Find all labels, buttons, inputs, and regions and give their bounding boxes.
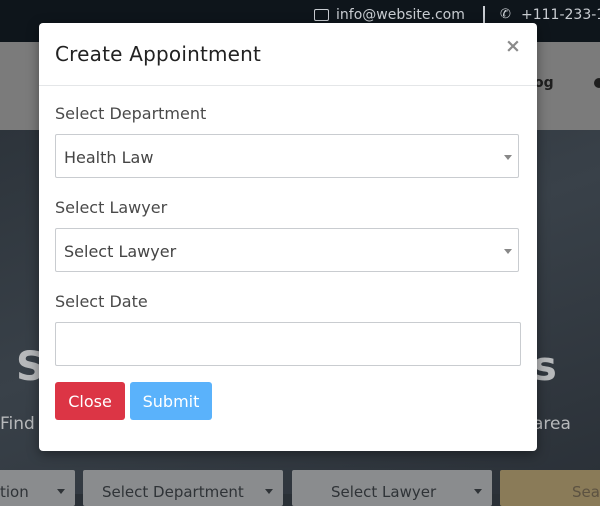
department-select-label: Select Department [102, 483, 244, 501]
lawyer-select-label: Select Lawyer [331, 483, 437, 501]
close-button[interactable]: Close [55, 382, 125, 420]
modal-header: Create Appointment × [39, 23, 537, 86]
hero-subtitle-left: Find [0, 414, 35, 434]
envelope-icon [314, 9, 329, 21]
search-button[interactable]: Sea [500, 470, 600, 506]
dropdown-arrow-icon [57, 489, 65, 494]
lawyer-dropdown-value: Select Lawyer [64, 242, 177, 261]
location-select-label: tion [0, 483, 29, 501]
lawyer-select[interactable]: Select Lawyer [292, 470, 492, 506]
dropdown-arrow-icon [504, 249, 512, 254]
date-input[interactable] [55, 322, 521, 366]
department-dropdown[interactable]: Health Law [55, 134, 519, 178]
search-button-label: Sea [572, 483, 600, 501]
dropdown-arrow-icon [504, 155, 512, 160]
nav-search-icon[interactable] [594, 78, 600, 88]
dropdown-arrow-icon [474, 489, 482, 494]
department-dropdown-value: Health Law [64, 148, 154, 167]
contact-phone[interactable]: +111-233-12 [521, 7, 600, 23]
hero-subtitle-right: area [533, 414, 571, 434]
department-label: Select Department [55, 104, 207, 123]
location-select[interactable]: tion [0, 470, 75, 506]
date-label: Select Date [55, 292, 148, 311]
phone-icon: ✆ [500, 7, 511, 22]
create-appointment-modal: Create Appointment × Select Department H… [39, 23, 537, 451]
dropdown-arrow-icon [265, 489, 273, 494]
modal-title: Create Appointment [55, 42, 262, 66]
department-select[interactable]: Select Department [83, 470, 283, 506]
contact-email[interactable]: info@website.com [336, 7, 465, 23]
contact-divider [483, 6, 485, 24]
lawyer-dropdown[interactable]: Select Lawyer [55, 228, 519, 272]
close-icon[interactable]: × [505, 37, 521, 56]
submit-button[interactable]: Submit [130, 382, 212, 420]
lawyer-label: Select Lawyer [55, 198, 168, 217]
